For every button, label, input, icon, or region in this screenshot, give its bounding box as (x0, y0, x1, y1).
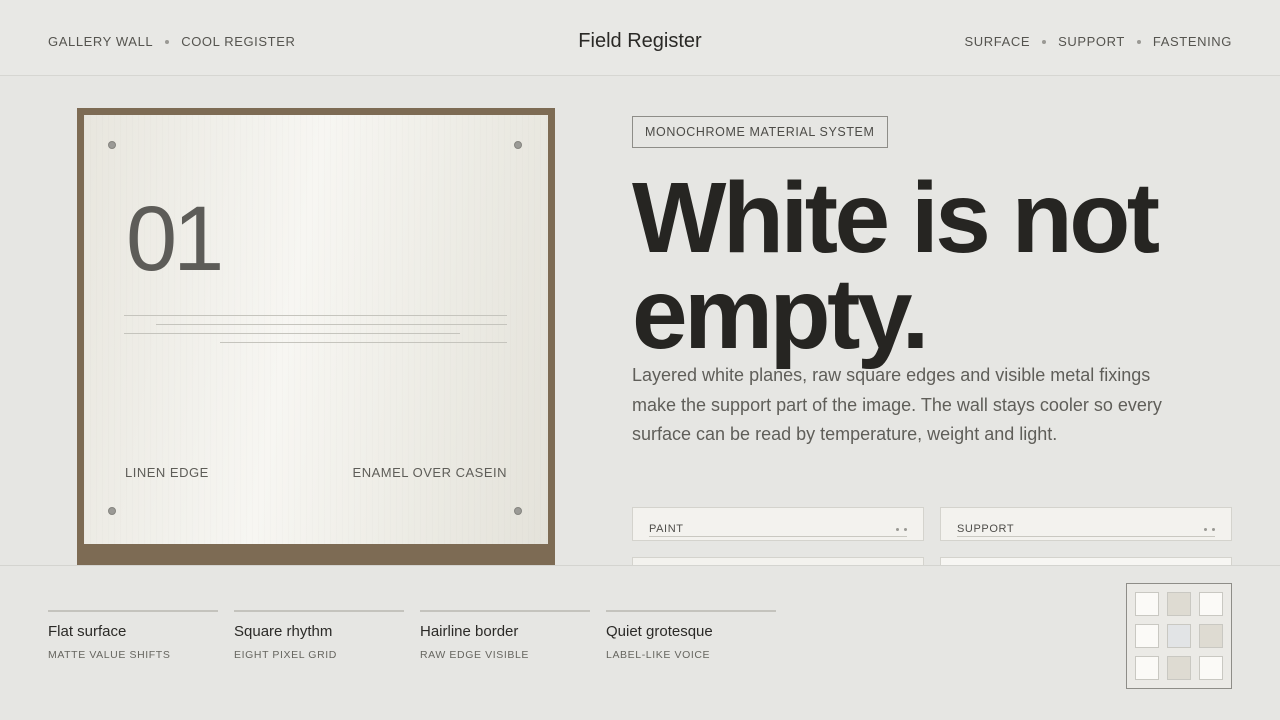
color-swatch[interactable] (1135, 624, 1159, 648)
card-label: PAINT (649, 523, 684, 535)
feature-subtitle: RAW EDGE VISIBLE (420, 649, 529, 661)
color-swatch[interactable] (1167, 656, 1191, 680)
feature-subtitle: LABEL-LIKE VOICE (606, 649, 711, 661)
color-swatch[interactable] (1199, 592, 1223, 616)
feature-subtitle: MATTE VALUE SHIFTS (48, 649, 171, 661)
intro-paragraph: Layered white planes, raw square edges a… (632, 365, 1162, 444)
feature-title: Hairline border (420, 623, 519, 640)
hairline-rule (220, 342, 507, 343)
more-dots-icon (896, 528, 907, 531)
hairline-rule (124, 333, 460, 334)
color-swatch[interactable] (1135, 656, 1159, 680)
screw-icon (108, 507, 116, 515)
feature-item-square-rhythm: Square rhythm EIGHT PIXEL GRID (234, 610, 404, 661)
nav-link-fastening[interactable]: FASTENING (1153, 34, 1232, 49)
color-swatch[interactable] (1167, 592, 1191, 616)
headline-line-1: White is not (632, 162, 1160, 274)
artwork-canvas: 01 LINEN EDGE ENAMEL OVER CASEIN (84, 115, 548, 544)
screw-icon (108, 141, 116, 149)
feature-title: Flat surface (48, 623, 127, 640)
color-swatch-grid (1126, 583, 1232, 689)
hairline-rule (649, 536, 907, 537)
feature-item-flat-surface: Flat surface MATTE VALUE SHIFTS (48, 610, 218, 661)
category-badge: MONOCHROME MATERIAL SYSTEM (632, 116, 888, 148)
feature-title: Quiet grotesque (606, 623, 713, 640)
hairline-rule (957, 536, 1215, 537)
feature-title: Square rhythm (234, 623, 333, 640)
page-headline: White is not empty. (632, 162, 1252, 370)
hairline-rule (156, 324, 507, 325)
hairline-rule (124, 315, 507, 316)
screw-icon (514, 507, 522, 515)
feature-subtitle: EIGHT PIXEL GRID (234, 649, 337, 661)
nav-link-support[interactable]: SUPPORT (1058, 34, 1125, 49)
color-swatch[interactable] (1199, 656, 1223, 680)
site-header: GALLERY WALL COOL REGISTER Field Registe… (0, 0, 1280, 76)
artwork-label-left: LINEN EDGE (125, 465, 209, 480)
feature-strip: Flat surface MATTE VALUE SHIFTS Square r… (0, 565, 1280, 720)
headline-line-2: empty. (632, 258, 929, 370)
color-swatch[interactable] (1199, 624, 1223, 648)
feature-item-quiet-grotesque: Quiet grotesque LABEL-LIKE VOICE (606, 610, 776, 661)
artwork-frame: 01 LINEN EDGE ENAMEL OVER CASEIN (77, 108, 555, 578)
nav-separator-dot (1136, 39, 1141, 44)
feature-item-hairline-border: Hairline border RAW EDGE VISIBLE (420, 610, 590, 661)
screw-icon (514, 141, 522, 149)
primary-nav-right: SURFACE SUPPORT FASTENING (965, 34, 1233, 49)
color-swatch[interactable] (1167, 624, 1191, 648)
material-card-paint[interactable]: PAINT (632, 507, 924, 541)
nav-link-surface[interactable]: SURFACE (965, 34, 1031, 49)
material-card-support[interactable]: SUPPORT (940, 507, 1232, 541)
card-label: SUPPORT (957, 523, 1015, 535)
color-swatch[interactable] (1135, 592, 1159, 616)
more-dots-icon (1204, 528, 1215, 531)
nav-separator-dot (1042, 39, 1047, 44)
artwork-number: 01 (126, 188, 224, 290)
artwork-label-right: ENAMEL OVER CASEIN (352, 465, 507, 480)
